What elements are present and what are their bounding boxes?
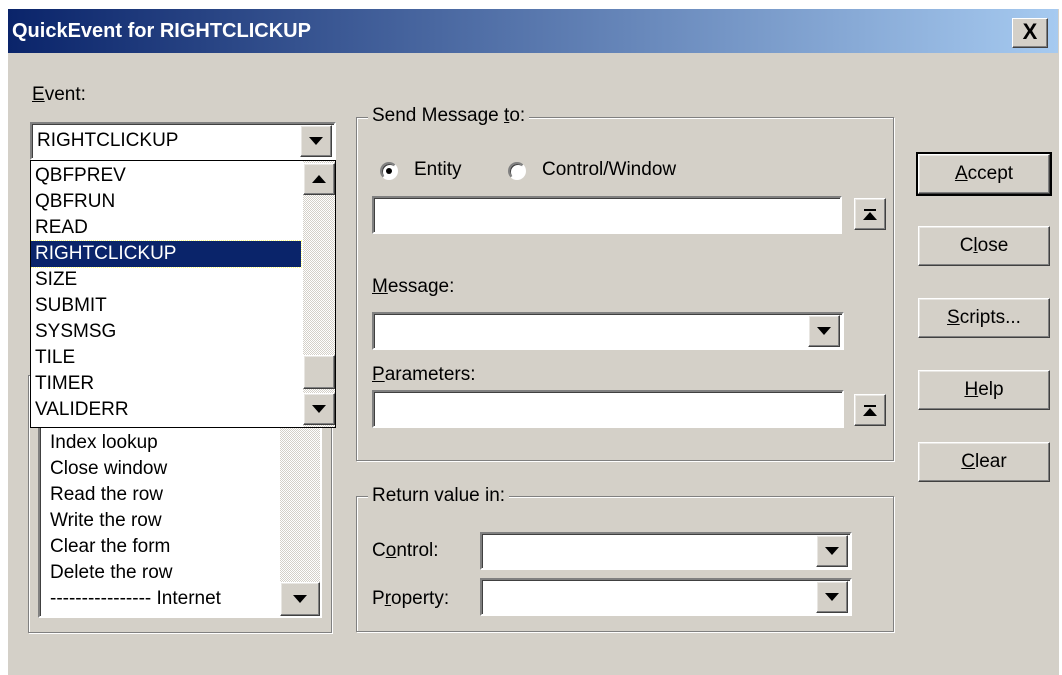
event-label: Event: [32, 84, 86, 105]
window-title: QuickEvent for RIGHTCLICKUP [12, 20, 311, 42]
control-dropdown-button[interactable] [816, 535, 848, 567]
radio-selected-dot [386, 168, 392, 174]
send-message-group-title: Send Message to: [368, 105, 530, 127]
event-scroll-thumb[interactable] [303, 355, 335, 389]
property-label: Property: [372, 588, 450, 609]
message-label: Message: [372, 276, 455, 297]
entity-radio[interactable] [380, 162, 398, 180]
clear-button[interactable]: Clear [918, 442, 1050, 482]
event-combobox-value: RIGHTCLICKUP [37, 130, 179, 151]
chevron-down-icon [312, 405, 326, 413]
actions-list[interactable]: Index lookup Close window Read the row Writ… [38, 420, 322, 618]
event-option[interactable]: TILE [31, 345, 301, 371]
event-dropdown-button[interactable] [300, 125, 332, 157]
parameters-picker-button[interactable] [854, 394, 886, 426]
chevron-down-icon [817, 327, 831, 335]
event-combobox[interactable]: RIGHTCLICKUP [30, 122, 336, 160]
chevron-down-icon [825, 593, 839, 601]
action-list-item[interactable]: ---------------- Internet [46, 586, 221, 612]
action-list-item[interactable]: Close window [46, 456, 167, 482]
parameters-input[interactable] [372, 390, 844, 428]
control-combobox[interactable] [480, 532, 852, 570]
event-option[interactable]: QBFRUN [31, 189, 301, 215]
event-option[interactable]: READ [31, 215, 301, 241]
close-button[interactable]: Cl ose [918, 226, 1050, 266]
upload-icon [863, 208, 877, 220]
event-dropdown-items: QBFPREV QBFRUN READ RIGHTCLICKUP SIZE SUBMIT S… [31, 163, 303, 425]
event-option[interactable]: SYSMSG [31, 319, 301, 345]
message-combobox[interactable] [372, 312, 844, 350]
action-list-item[interactable]: Read the row [46, 482, 163, 508]
control-label: Control: [372, 540, 439, 561]
control-window-radio-label[interactable]: Control/Window [542, 159, 676, 181]
actions-list-items: Index lookup Close window Read the row Writ… [40, 422, 320, 616]
target-picker-button[interactable] [854, 198, 886, 230]
control-window-radio[interactable] [508, 162, 526, 180]
event-option[interactable]: TIMER [31, 371, 301, 397]
chevron-down-icon [825, 547, 839, 555]
action-list-item[interactable]: Clear the form [46, 534, 170, 560]
actions-list-scroll-down-button[interactable] [280, 582, 320, 616]
message-dropdown-button[interactable] [808, 315, 840, 347]
event-option[interactable]: QBFPREV [31, 163, 301, 189]
event-scroll-down-button[interactable] [303, 393, 335, 425]
action-list-item[interactable]: Index lookup [46, 430, 158, 456]
entity-radio-label[interactable]: Entity [414, 159, 462, 181]
accept-button[interactable]: Accept [916, 152, 1052, 196]
close-icon: X [1022, 19, 1038, 44]
property-combobox[interactable] [480, 578, 852, 616]
event-option[interactable]: RIGHTCLICKUP [31, 240, 302, 268]
parameters-label: Parameters: [372, 364, 476, 385]
event-dropdown-list[interactable]: QBFPREV QBFRUN READ RIGHTCLICKUP SIZE SUBMIT S… [30, 160, 336, 428]
event-option[interactable]: SUBMIT [31, 293, 301, 319]
return-value-group-title: Return value in: [368, 485, 510, 507]
chevron-up-icon [312, 175, 326, 183]
event-scroll-up-button[interactable] [303, 163, 335, 195]
chevron-down-icon [309, 137, 323, 145]
help-button[interactable]: Help [918, 370, 1050, 410]
chevron-down-icon [293, 595, 307, 603]
scripts-button[interactable]: Scripts... [918, 298, 1050, 338]
event-option[interactable]: VALIDERR [31, 397, 301, 423]
target-entity-input[interactable] [372, 196, 842, 234]
action-list-item[interactable]: Write the row [46, 508, 162, 534]
upload-icon [863, 404, 877, 416]
event-option[interactable]: SIZE [31, 267, 301, 293]
property-dropdown-button[interactable] [816, 581, 848, 613]
close-window-button[interactable]: X [1012, 18, 1048, 48]
action-list-item[interactable]: Delete the row [46, 560, 173, 586]
